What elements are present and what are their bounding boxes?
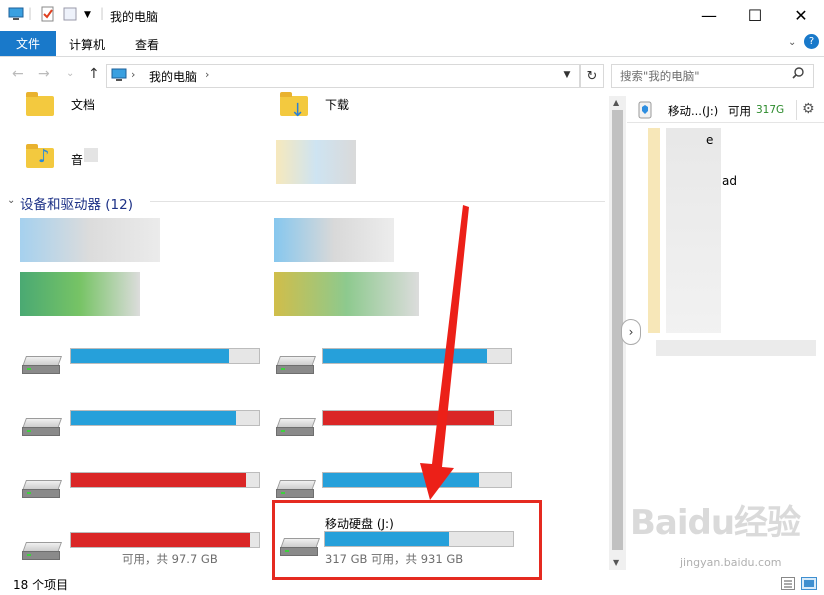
music-note-icon: ♪ [38, 146, 50, 167]
watermark-url: jingyan.baidu.com [680, 556, 782, 569]
item-count: 18 个项目 [13, 578, 69, 592]
documents-folder-icon [26, 92, 54, 116]
pixelated-drive-tile[interactable] [20, 272, 140, 316]
preview-free-size: 317G [756, 104, 785, 116]
group-header-devices[interactable]: 设备和驱动器 (12) [20, 193, 133, 213]
chevron-down-icon[interactable]: ⌄ [7, 195, 15, 206]
drive-icon [275, 480, 317, 498]
pixelated-drive-tile[interactable] [20, 218, 160, 262]
maximize-button[interactable]: ☐ [732, 0, 778, 31]
pixelated-region [648, 128, 660, 333]
pixelated-region [656, 340, 816, 356]
drive-icon [21, 418, 63, 436]
download-arrow-icon: ↓ [290, 100, 306, 121]
drive-icon [21, 542, 63, 560]
close-button[interactable]: ✕ [778, 0, 824, 31]
drive-icon [21, 356, 63, 374]
drive-icon [275, 356, 317, 374]
customize-toolbar-icon[interactable]: ▼ [84, 10, 91, 20]
scroll-up-arrow-icon[interactable]: ▲ [613, 98, 619, 107]
drive-usage-bar [70, 410, 260, 426]
address-dropdown-button[interactable]: ▼ [557, 64, 577, 86]
address-bar[interactable]: › 我的电脑 › [106, 64, 580, 88]
drive-space-text: 可用，共 97.7 GB [122, 552, 218, 566]
highlight-box [272, 500, 542, 580]
preview-collapse-button[interactable]: › [621, 319, 641, 345]
minimize-button[interactable]: — [686, 0, 732, 31]
red-arrow-annotation [420, 205, 469, 500]
pixelated-region [84, 148, 98, 162]
new-folder-icon[interactable] [62, 6, 78, 25]
tab-file[interactable]: 文件 [0, 31, 56, 56]
preview-free-label: 可用 [728, 104, 751, 118]
title-bar: | ▼ | 我的电脑 — ☐ ✕ [0, 0, 824, 31]
preview-partial-text: e [706, 133, 714, 147]
gear-icon[interactable]: ⚙ [802, 101, 815, 117]
preview-divider [796, 100, 797, 120]
preview-partial-text: ad [722, 174, 737, 188]
folder-label-downloads[interactable]: 下载 [325, 96, 349, 113]
drive-icon [275, 418, 317, 436]
scroll-down-arrow-icon[interactable]: ▼ [613, 558, 619, 567]
search-placeholder: 搜索"我的电脑" [620, 69, 700, 83]
group-divider [150, 201, 605, 202]
pixelated-region [666, 128, 721, 333]
help-button[interactable]: ? [804, 34, 819, 49]
folder-label-documents[interactable]: 文档 [71, 96, 95, 113]
back-button[interactable]: ← [12, 66, 24, 82]
drive-shield-icon [638, 101, 652, 122]
breadcrumb-item[interactable]: 我的电脑 [149, 68, 197, 85]
computer-icon [8, 6, 24, 25]
search-icon[interactable] [792, 67, 804, 82]
drive-icon [21, 480, 63, 498]
refresh-button[interactable]: ↻ [580, 64, 604, 88]
properties-icon[interactable] [40, 6, 56, 25]
computer-icon [111, 68, 127, 85]
pixelated-drive-tile[interactable] [274, 272, 419, 316]
watermark-logo: Baidu经验 [630, 503, 801, 543]
forward-button[interactable]: → [38, 66, 50, 82]
tab-view[interactable]: 查看 [135, 36, 159, 53]
chevron-down-icon[interactable]: ⌄ [788, 37, 796, 48]
ribbon-tabs [0, 31, 824, 57]
breadcrumb-separator[interactable]: › [205, 68, 209, 81]
tab-computer[interactable]: 计算机 [69, 36, 105, 53]
recent-locations-button[interactable]: ⌄ [66, 68, 74, 79]
preview-header [627, 97, 824, 123]
preview-title: 移动...(J:) [668, 104, 719, 118]
drive-usage-bar [70, 532, 260, 548]
drive-usage-bar [70, 348, 260, 364]
breadcrumb-separator: › [131, 68, 136, 81]
window-title: 我的电脑 [110, 10, 159, 24]
details-view-icon[interactable] [781, 577, 795, 593]
drive-usage-bar [70, 472, 260, 488]
pixelated-drive-tile[interactable] [274, 218, 394, 262]
pixelated-region [276, 140, 356, 184]
folder-label-music[interactable]: 音 [71, 151, 83, 168]
large-icons-view-icon[interactable] [801, 577, 817, 593]
up-button[interactable]: ↑ [88, 66, 100, 82]
